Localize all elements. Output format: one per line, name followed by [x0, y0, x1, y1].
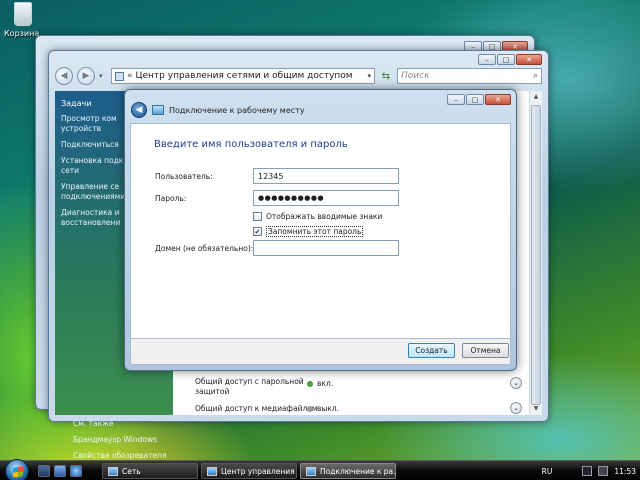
volume-icon[interactable]: [598, 466, 609, 476]
remember-password-label[interactable]: Запомнить этот пароль: [266, 226, 364, 237]
forward-arrow-icon[interactable]: ▶: [77, 67, 95, 85]
password-sharing-value: вкл.: [317, 379, 334, 388]
domain-field[interactable]: [253, 240, 399, 256]
recycle-bin-label: Корзина: [4, 29, 40, 38]
address-dropdown-icon[interactable]: ▾: [367, 72, 371, 80]
control-panel-icon: [115, 71, 124, 81]
show-characters-label[interactable]: Отображать вводимые знаки: [266, 212, 382, 221]
vertical-scrollbar[interactable]: ▲ ▼: [529, 91, 542, 415]
scroll-up-icon[interactable]: ▲: [530, 91, 542, 103]
dialog-footer: Создать Отмена: [130, 339, 511, 365]
create-button[interactable]: Создать: [408, 343, 455, 358]
cancel-button[interactable]: Отмена: [462, 343, 509, 358]
domain-label: Домен (не обязательно):: [155, 244, 254, 253]
main-window-caption-buttons: – □ ✕: [478, 54, 542, 65]
remember-password-checkbox-row[interactable]: ✔ Запомнить этот пароль: [253, 226, 364, 237]
vpn-connection-dialog[interactable]: – □ ✕ ◀ Подключение к рабочему месту Вве…: [124, 89, 517, 371]
network-center-icon: [207, 466, 217, 476]
back-arrow-icon[interactable]: ◀: [55, 67, 73, 85]
vpn-connection-icon: [306, 466, 316, 476]
password-sharing-status: вкл.: [307, 379, 333, 388]
taskbar-item-network[interactable]: Сеть: [102, 463, 198, 479]
password-label: Пароль:: [155, 194, 187, 203]
dialog-caption-buttons: – □ ✕: [447, 94, 511, 105]
network-status-icon[interactable]: [582, 466, 593, 476]
taskbar-item-network-center[interactable]: Центр управления ...: [201, 463, 297, 479]
remember-password-checkbox[interactable]: ✔: [253, 227, 262, 236]
password-field[interactable]: ●●●●●●●●●●: [253, 190, 399, 206]
close-icon[interactable]: ✕: [516, 54, 542, 65]
maximize-icon[interactable]: □: [466, 94, 484, 105]
internet-explorer-icon[interactable]: [70, 465, 82, 477]
recycle-bin-shortcut[interactable]: Корзина: [4, 2, 39, 38]
maximize-icon[interactable]: □: [497, 54, 515, 65]
expand-password-sharing-icon[interactable]: ⌄: [510, 377, 522, 389]
network-connection-icon: [152, 105, 164, 115]
switch-windows-icon[interactable]: [54, 465, 66, 477]
password-sharing-label: Общий доступ с парольной защитой: [195, 377, 304, 396]
address-row: ◀ ▶ ▾ « Центр управления сетями и общим …: [55, 65, 542, 87]
taskbar-item-label: Сеть: [122, 466, 141, 476]
taskbar-item-label: Подключение к ра...: [320, 466, 396, 476]
system-tray: RU 11:53: [542, 461, 640, 480]
minimize-icon[interactable]: –: [447, 94, 465, 105]
expand-media-sharing-icon[interactable]: ⌄: [510, 402, 522, 414]
network-folder-icon: [108, 466, 118, 476]
back-arrow-icon[interactable]: ◀: [131, 102, 147, 118]
recycle-bin-icon: [14, 2, 32, 26]
status-off-icon: [307, 405, 313, 412]
start-button[interactable]: [5, 459, 29, 480]
minimize-icon[interactable]: –: [478, 54, 496, 65]
scrollbar-thumb[interactable]: [531, 105, 541, 405]
see-also-header: См. также: [73, 419, 114, 428]
sidebar-item-firewall[interactable]: Брандмауэр Windows: [73, 435, 157, 444]
show-desktop-icon[interactable]: [38, 465, 50, 477]
media-sharing-label: Общий доступ к медиафайлам: [195, 404, 318, 413]
show-characters-checkbox-row[interactable]: Отображать вводимые знаки: [253, 212, 382, 221]
status-on-icon: [307, 380, 313, 387]
user-label: Пользователь:: [155, 172, 213, 181]
show-characters-checkbox[interactable]: [253, 212, 262, 221]
sidebar-item-internet-options[interactable]: Свойства обозревателя: [73, 451, 166, 460]
search-input[interactable]: Поиск ⌕: [397, 68, 542, 84]
history-dropdown-icon[interactable]: ▾: [99, 72, 107, 80]
scroll-down-icon[interactable]: ▼: [530, 403, 542, 415]
address-bar[interactable]: « Центр управления сетями и общим доступ…: [111, 68, 375, 84]
search-placeholder: Поиск: [401, 71, 430, 81]
dialog-heading: Введите имя пользователя и пароль: [154, 139, 348, 150]
clock[interactable]: 11:53: [614, 467, 636, 476]
breadcrumb-chevron-icon[interactable]: «: [127, 71, 133, 81]
username-field[interactable]: 12345: [253, 168, 399, 184]
media-sharing-status: выкл.: [307, 404, 339, 413]
dialog-title-bar: ◀ Подключение к рабочему месту: [131, 102, 305, 118]
refresh-icon[interactable]: ⇆: [379, 68, 393, 84]
media-sharing-value: выкл.: [317, 404, 340, 413]
taskbar: Сеть Центр управления ... Подключение к …: [0, 459, 640, 480]
address-path[interactable]: Центр управления сетями и общим доступом: [136, 71, 365, 81]
dialog-body: Введите имя пользователя и пароль Пользо…: [130, 123, 511, 339]
language-indicator[interactable]: RU: [542, 467, 553, 476]
search-icon[interactable]: ⌕: [533, 71, 538, 81]
dialog-title: Подключение к рабочему месту: [169, 105, 305, 115]
taskbar-item-vpn-connection[interactable]: Подключение к ра...: [300, 463, 396, 479]
taskbar-item-label: Центр управления ...: [221, 466, 297, 476]
windows-logo-icon: [13, 466, 23, 478]
close-icon[interactable]: ✕: [485, 94, 511, 105]
